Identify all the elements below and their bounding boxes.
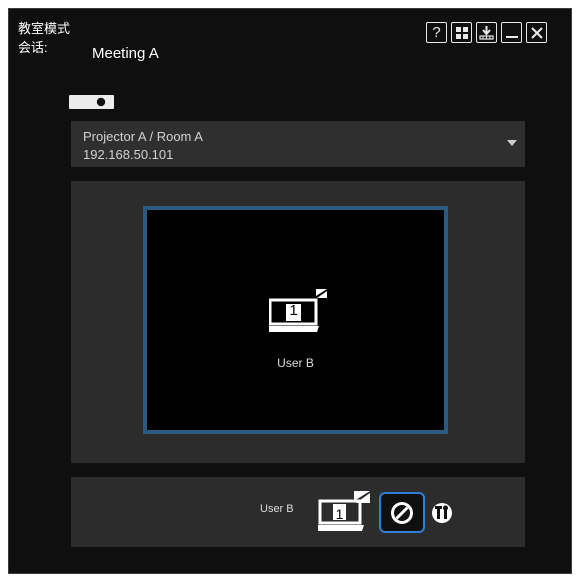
block-button[interactable] — [379, 492, 425, 533]
screen-user-label: User B — [277, 356, 314, 370]
user-label: User B — [260, 503, 294, 515]
computer-icon[interactable] — [318, 489, 374, 535]
projector-name: Projector A / Room A — [83, 129, 203, 144]
help-button[interactable]: ? — [426, 22, 447, 43]
chevron-down-icon — [507, 140, 517, 146]
minimize-button[interactable] — [501, 22, 522, 43]
grid-icon — [455, 26, 468, 39]
close-icon — [530, 26, 543, 39]
projection-screen[interactable]: 1 User B — [143, 206, 448, 434]
projector-icon — [69, 95, 114, 109]
session-name: Meeting A — [92, 45, 159, 62]
download-button[interactable] — [476, 22, 497, 43]
projector-ip: 192.168.50.101 — [83, 147, 174, 162]
close-button[interactable] — [526, 22, 547, 43]
classroom-mode-window: 教室模式 会话: Meeting A ? Projector A / Room … — [8, 8, 572, 574]
session-label: 会话: — [18, 40, 48, 55]
block-icon — [391, 501, 413, 524]
slot-number: 1 — [289, 302, 298, 319]
help-icon: ? — [432, 24, 441, 41]
display-panel: 1 User B — [71, 181, 525, 463]
user-panel: User B 1 — [71, 477, 525, 547]
download-icon — [479, 26, 494, 40]
minimize-icon — [505, 35, 518, 38]
projector-select[interactable]: Projector A / Room A 192.168.50.101 — [71, 121, 525, 167]
mode-title: 教室模式 — [18, 21, 71, 36]
grid-button[interactable] — [451, 22, 472, 43]
tools-icon[interactable] — [431, 502, 453, 524]
user-slot-number: 1 — [335, 506, 344, 522]
